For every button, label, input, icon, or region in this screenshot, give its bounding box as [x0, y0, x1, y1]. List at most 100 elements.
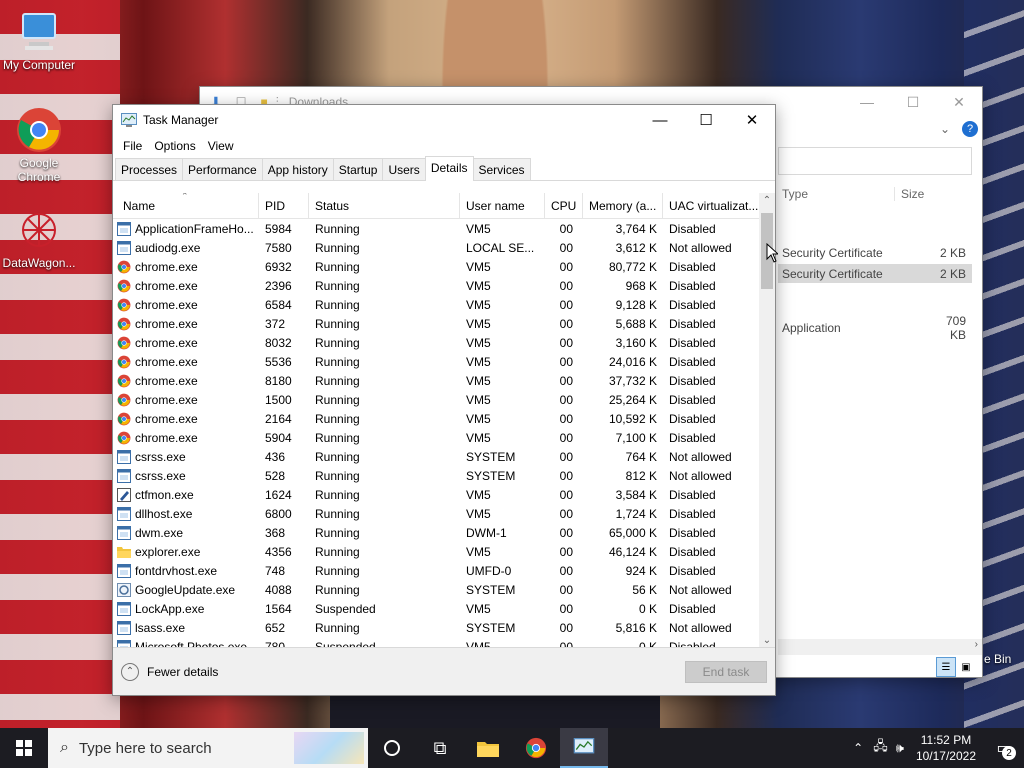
show-hidden-icons-icon[interactable]: ⌃ [853, 741, 863, 755]
explorer-minimize-button[interactable]: — [844, 87, 890, 117]
table-row[interactable]: chrome.exe 6932 Running VM5 00 80,772 K Disabl… [113, 257, 775, 276]
volume-icon[interactable]: 🕪 [896, 740, 904, 756]
start-button[interactable] [0, 728, 48, 768]
explorer-file-row[interactable]: Security Certificate 2 KB [778, 243, 972, 262]
process-name: LockApp.exe [135, 601, 205, 616]
action-center-button[interactable]: ▭ 2 [984, 728, 1024, 768]
cell-cpu: 00 [559, 620, 573, 635]
cell-memory: 5,816 K [615, 620, 657, 635]
table-row[interactable]: chrome.exe 6584 Running VM5 00 9,128 K Disable… [113, 295, 775, 314]
minimize-button[interactable]: — [637, 105, 683, 135]
menu-file[interactable]: File [117, 139, 148, 153]
explorer-file-row[interactable]: Application 709 KB [778, 314, 972, 342]
table-row[interactable]: ApplicationFrameHo... 5984 Running VM5 00 3,7… [113, 219, 775, 238]
menu-view[interactable]: View [202, 139, 240, 153]
cortana-button[interactable] [368, 728, 416, 768]
help-icon[interactable]: ? [962, 121, 978, 137]
cell-cpu: 00 [559, 430, 573, 445]
table-row[interactable]: csrss.exe 436 Running SYSTEM 00 764 K Not allo… [113, 447, 775, 466]
tab-processes[interactable]: Processes [115, 158, 184, 180]
recycle-bin-label[interactable]: e Bin [984, 652, 1011, 666]
table-row[interactable]: csrss.exe 528 Running SYSTEM 00 812 K Not allo… [113, 466, 775, 485]
taskbar-task-manager[interactable] [560, 728, 608, 768]
desktop-icon-google-chrome[interactable]: Google Chrome [1, 106, 77, 184]
table-row[interactable]: chrome.exe 372 Running VM5 00 5,688 K Disabled [113, 314, 775, 333]
notification-count-badge: 2 [1002, 746, 1016, 760]
chrome-icon [117, 355, 131, 369]
large-icons-view-icon[interactable]: ▣ [956, 657, 976, 677]
column-status[interactable]: Status [309, 193, 460, 219]
column-memory[interactable]: Memory (a... [583, 193, 663, 219]
table-row[interactable]: dwm.exe 368 Running DWM-1 00 65,000 K Disabled [113, 523, 775, 542]
explorer-search-box[interactable] [778, 147, 972, 175]
chrome-icon [117, 374, 131, 388]
table-row[interactable]: fontdrvhost.exe 748 Running UMFD-0 00 924 K Di… [113, 561, 775, 580]
cell-uac: Disabled [669, 278, 716, 293]
cell-status: Running [315, 335, 360, 350]
column-size[interactable]: Size [894, 187, 924, 201]
scroll-down-icon[interactable]: ⌄ [759, 635, 775, 646]
tab-performance[interactable]: Performance [182, 158, 263, 180]
desktop-icon-datawagon[interactable]: DataWagon... [1, 206, 77, 270]
ribbon-expand-icon[interactable]: ⌄ [940, 122, 950, 136]
scroll-up-icon[interactable]: ⌃ [759, 195, 775, 206]
details-view-icon[interactable]: ☰ [936, 657, 956, 677]
tab-startup[interactable]: Startup [332, 158, 384, 180]
task-view-button[interactable]: ⧉ [416, 728, 464, 768]
maximize-button[interactable]: ☐ [683, 105, 729, 135]
table-row[interactable]: chrome.exe 8032 Running VM5 00 3,160 K Disable… [113, 333, 775, 352]
column-name[interactable]: Name ⌃ [113, 193, 259, 219]
tab-app-history[interactable]: App history [261, 158, 334, 180]
table-row[interactable]: ctfmon.exe 1624 Running VM5 00 3,584 K Disable… [113, 485, 775, 504]
task-manager-window[interactable]: Task Manager — ☐ ✕ File Options View Pro… [112, 104, 776, 696]
cell-memory: 65,000 K [608, 525, 657, 540]
taskbar-chrome[interactable] [512, 728, 560, 768]
table-row[interactable]: chrome.exe 8180 Running VM5 00 37,732 K Disabl… [113, 371, 775, 390]
scroll-right-icon[interactable]: › [975, 639, 978, 650]
cell-status: Running [315, 316, 360, 331]
cell-name: explorer.exe [113, 545, 259, 559]
cell-cpu: 00 [559, 487, 573, 502]
task-manager-icon [573, 738, 595, 754]
table-row[interactable]: explorer.exe 4356 Running VM5 00 46,124 K Disa… [113, 542, 775, 561]
column-pid[interactable]: PID [259, 193, 309, 219]
end-task-button[interactable]: End task [685, 661, 767, 683]
table-row[interactable]: audiodg.exe 7580 Running LOCAL SE... 00 3,612… [113, 238, 775, 257]
explorer-file-row-selected[interactable]: Security Certificate 2 KB [778, 264, 972, 283]
explorer-close-button[interactable]: ✕ [936, 87, 982, 117]
tab-users[interactable]: Users [382, 158, 426, 180]
taskbar-search-box[interactable]: ⌕ Type here to search [48, 728, 368, 768]
cell-name: fontdrvhost.exe [113, 563, 259, 578]
close-button[interactable]: ✕ [729, 105, 775, 135]
table-row[interactable]: LockApp.exe 1564 Suspended VM5 00 0 K Disabled [113, 599, 775, 618]
table-row[interactable]: GoogleUpdate.exe 4088 Running SYSTEM 00 56 K N… [113, 580, 775, 599]
tab-details[interactable]: Details [424, 156, 474, 181]
table-row[interactable]: dllhost.exe 6800 Running VM5 00 1,724 K Disabl… [113, 504, 775, 523]
process-name: explorer.exe [135, 544, 201, 559]
desktop-icon-my-computer[interactable]: My Computer [1, 8, 77, 72]
table-row[interactable]: chrome.exe 2396 Running VM5 00 968 K Disabled [113, 276, 775, 295]
column-cpu[interactable]: CPU [545, 193, 583, 219]
explorer-hscroll[interactable]: › [778, 639, 982, 655]
cell-status: Running [315, 525, 360, 540]
cell-uac: Not allowed [669, 620, 732, 635]
clock[interactable]: 11:52 PM 10/17/2022 [916, 732, 976, 764]
table-row[interactable]: chrome.exe 1500 Running VM5 00 25,264 K Disabl… [113, 390, 775, 409]
column-user-name[interactable]: User name [460, 193, 545, 219]
table-row[interactable]: lsass.exe 652 Running SYSTEM 00 5,816 K Not al… [113, 618, 775, 637]
table-row[interactable]: chrome.exe 2164 Running VM5 00 10,592 K Disabl… [113, 409, 775, 428]
taskbar-file-explorer[interactable] [464, 728, 512, 768]
column-type[interactable]: Type [778, 187, 894, 201]
table-row[interactable]: chrome.exe 5904 Running VM5 00 7,100 K Disable… [113, 428, 775, 447]
cell-cpu: 00 [559, 601, 573, 616]
fewer-details-button[interactable]: ⌃ Fewer details [121, 662, 218, 681]
cell-user-name: VM5 [466, 544, 491, 559]
menu-options[interactable]: Options [148, 139, 201, 153]
explorer-maximize-button[interactable]: ☐ [890, 87, 936, 117]
tab-services[interactable]: Services [472, 158, 531, 180]
network-icon[interactable]: 🖧 [873, 737, 888, 759]
cell-user-name: SYSTEM [466, 468, 516, 483]
process-name: chrome.exe [135, 259, 198, 274]
column-uac-virtualization[interactable]: UAC virtualizat... [663, 193, 759, 219]
table-row[interactable]: chrome.exe 5536 Running VM5 00 24,016 K Disabl… [113, 352, 775, 371]
